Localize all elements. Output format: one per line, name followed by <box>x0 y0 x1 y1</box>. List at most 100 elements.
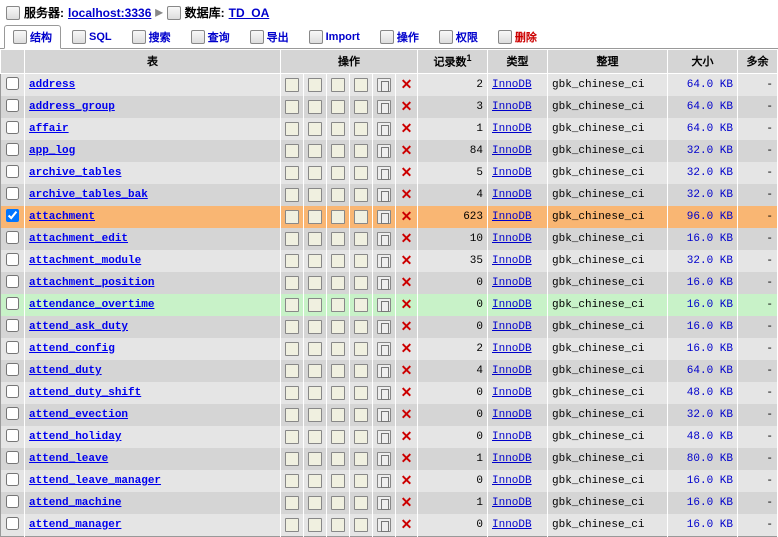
tab-导出[interactable]: 导出 <box>241 25 298 48</box>
table-name-link[interactable]: affair <box>29 123 69 135</box>
insert-icon[interactable] <box>354 166 368 180</box>
header-type[interactable]: 类型 <box>488 50 548 74</box>
drop-icon[interactable]: ✕ <box>401 76 413 92</box>
row-checkbox[interactable] <box>6 253 19 266</box>
browse-icon[interactable] <box>285 144 299 158</box>
table-name-link[interactable]: archive_tables <box>29 167 121 179</box>
row-checkbox[interactable] <box>6 143 19 156</box>
structure-icon[interactable] <box>308 188 322 202</box>
search-icon[interactable] <box>331 474 345 488</box>
browse-icon[interactable] <box>285 518 299 532</box>
search-icon[interactable] <box>331 188 345 202</box>
structure-icon[interactable] <box>308 122 322 136</box>
drop-icon[interactable]: ✕ <box>401 208 413 224</box>
structure-icon[interactable] <box>308 166 322 180</box>
search-icon[interactable] <box>331 210 345 224</box>
drop-icon[interactable]: ✕ <box>401 340 413 356</box>
drop-icon[interactable]: ✕ <box>401 164 413 180</box>
table-name-link[interactable]: attend_evection <box>29 409 128 421</box>
database-link[interactable]: TD_OA <box>229 6 270 20</box>
browse-icon[interactable] <box>285 452 299 466</box>
row-checkbox[interactable] <box>6 319 19 332</box>
structure-icon[interactable] <box>308 364 322 378</box>
search-icon[interactable] <box>331 100 345 114</box>
browse-icon[interactable] <box>285 122 299 136</box>
row-checkbox[interactable] <box>6 473 19 486</box>
drop-icon[interactable]: ✕ <box>401 384 413 400</box>
header-collation[interactable]: 整理 <box>548 50 668 74</box>
tab-搜索[interactable]: 搜索 <box>123 25 180 48</box>
insert-icon[interactable] <box>354 188 368 202</box>
empty-icon[interactable] <box>377 210 391 224</box>
browse-icon[interactable] <box>285 78 299 92</box>
browse-icon[interactable] <box>285 320 299 334</box>
search-icon[interactable] <box>331 364 345 378</box>
row-checkbox[interactable] <box>6 209 19 222</box>
browse-icon[interactable] <box>285 430 299 444</box>
insert-icon[interactable] <box>354 408 368 422</box>
drop-icon[interactable]: ✕ <box>401 406 413 422</box>
empty-icon[interactable] <box>377 386 391 400</box>
table-name-link[interactable]: address_group <box>29 101 115 113</box>
browse-icon[interactable] <box>285 474 299 488</box>
table-name-link[interactable]: attendance_overtime <box>29 299 154 311</box>
browse-icon[interactable] <box>285 364 299 378</box>
browse-icon[interactable] <box>285 232 299 246</box>
structure-icon[interactable] <box>308 320 322 334</box>
table-name-link[interactable]: attend_leave <box>29 453 108 465</box>
empty-icon[interactable] <box>377 232 391 246</box>
table-name-link[interactable]: attend_holiday <box>29 431 121 443</box>
search-icon[interactable] <box>331 518 345 532</box>
browse-icon[interactable] <box>285 166 299 180</box>
browse-icon[interactable] <box>285 342 299 356</box>
row-checkbox[interactable] <box>6 429 19 442</box>
drop-icon[interactable]: ✕ <box>401 230 413 246</box>
insert-icon[interactable] <box>354 276 368 290</box>
insert-icon[interactable] <box>354 122 368 136</box>
empty-icon[interactable] <box>377 276 391 290</box>
structure-icon[interactable] <box>308 276 322 290</box>
tab-查询[interactable]: 查询 <box>182 25 239 48</box>
insert-icon[interactable] <box>354 342 368 356</box>
insert-icon[interactable] <box>354 298 368 312</box>
insert-icon[interactable] <box>354 320 368 334</box>
table-name-link[interactable]: attachment_position <box>29 277 154 289</box>
search-icon[interactable] <box>331 298 345 312</box>
search-icon[interactable] <box>331 166 345 180</box>
drop-icon[interactable]: ✕ <box>401 186 413 202</box>
drop-icon[interactable]: ✕ <box>401 274 413 290</box>
tab-权限[interactable]: 权限 <box>430 25 487 48</box>
search-icon[interactable] <box>331 78 345 92</box>
search-icon[interactable] <box>331 452 345 466</box>
table-name-link[interactable]: attend_manager <box>29 519 121 531</box>
empty-icon[interactable] <box>377 100 391 114</box>
tab-操作[interactable]: 操作 <box>371 25 428 48</box>
empty-icon[interactable] <box>377 78 391 92</box>
drop-icon[interactable]: ✕ <box>401 296 413 312</box>
header-size[interactable]: 大小 <box>668 50 738 74</box>
tab-删除[interactable]: 删除 <box>489 25 546 48</box>
table-name-link[interactable]: archive_tables_bak <box>29 189 148 201</box>
row-checkbox[interactable] <box>6 451 19 464</box>
row-checkbox[interactable] <box>6 297 19 310</box>
row-checkbox[interactable] <box>6 99 19 112</box>
browse-icon[interactable] <box>285 210 299 224</box>
empty-icon[interactable] <box>377 364 391 378</box>
insert-icon[interactable] <box>354 430 368 444</box>
table-name-link[interactable]: attachment <box>29 211 95 223</box>
row-checkbox[interactable] <box>6 407 19 420</box>
row-checkbox[interactable] <box>6 495 19 508</box>
drop-icon[interactable]: ✕ <box>401 98 413 114</box>
search-icon[interactable] <box>331 122 345 136</box>
search-icon[interactable] <box>331 496 345 510</box>
insert-icon[interactable] <box>354 364 368 378</box>
empty-icon[interactable] <box>377 342 391 356</box>
empty-icon[interactable] <box>377 122 391 136</box>
structure-icon[interactable] <box>308 254 322 268</box>
structure-icon[interactable] <box>308 408 322 422</box>
table-name-link[interactable]: attachment_edit <box>29 233 128 245</box>
drop-icon[interactable]: ✕ <box>401 318 413 334</box>
tab-import[interactable]: Import <box>300 25 369 48</box>
header-table[interactable]: 表 <box>25 50 281 74</box>
browse-icon[interactable] <box>285 496 299 510</box>
